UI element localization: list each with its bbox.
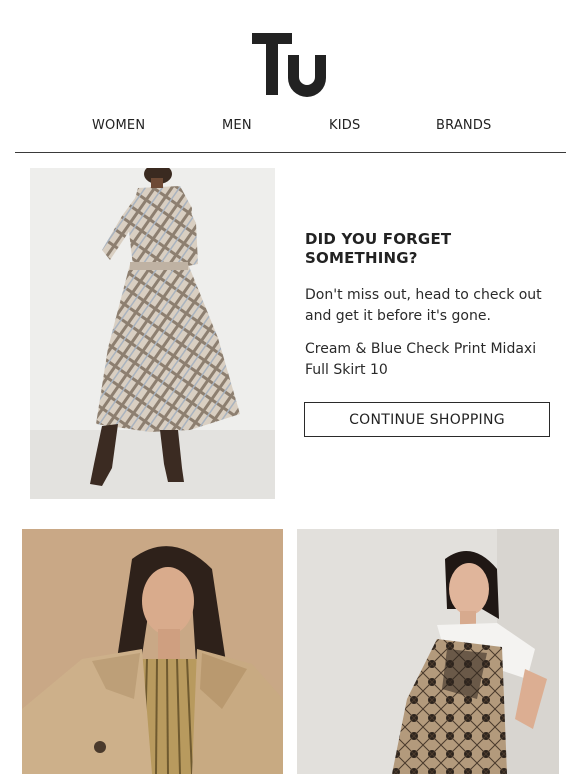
tu-logo[interactable]: Tu <box>252 33 330 97</box>
promo-body-line2: and get it before it's gone. <box>305 308 491 324</box>
promo-heading-line1: DID YOU FORGET <box>305 230 452 248</box>
product-image[interactable] <box>30 168 275 499</box>
trench-coat-image[interactable] <box>22 529 283 774</box>
promo-heading-line2: SOMETHING? <box>305 249 418 267</box>
nav-men[interactable]: MEN <box>222 118 252 133</box>
promo-copy: DID YOU FORGET SOMETHING? Don't miss out… <box>305 230 555 381</box>
promo-body-line1: Don't miss out, head to check out <box>305 287 542 303</box>
header-divider <box>15 152 566 153</box>
promo-body: Don't miss out, head to check out and ge… <box>305 285 555 327</box>
nav-women[interactable]: WOMEN <box>92 118 145 133</box>
continue-shopping-button[interactable]: CONTINUE SHOPPING <box>304 402 550 437</box>
nav-kids[interactable]: KIDS <box>329 118 360 133</box>
product-name[interactable]: Cream & Blue Check Print Midaxi Full Ski… <box>305 339 555 381</box>
product-name-line2: Full Skirt 10 <box>305 362 388 378</box>
bandana-dress-image[interactable] <box>297 529 559 774</box>
promo-heading: DID YOU FORGET SOMETHING? <box>305 230 555 268</box>
nav-brands[interactable]: BRANDS <box>436 118 492 133</box>
product-name-line1: Cream & Blue Check Print Midaxi <box>305 341 537 357</box>
main-nav: WOMEN MEN KIDS BRANDS <box>0 118 580 134</box>
